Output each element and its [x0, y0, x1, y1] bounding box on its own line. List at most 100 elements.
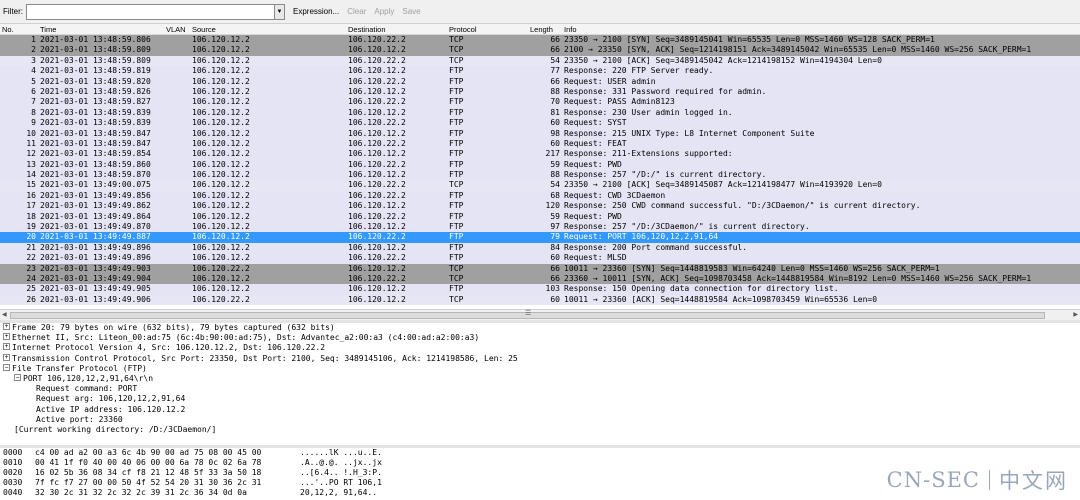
packet-row[interactable]: 25 2021-03-01 13:49:49.905 106.120.12.2 106…: [0, 284, 1080, 295]
packet-time: 2021-03-01 13:49:49.856: [40, 190, 151, 200]
packet-source: 106.120.12.2: [192, 138, 250, 148]
packet-source: 106.120.12.2: [192, 242, 250, 252]
detail-row[interactable]: − File Transfer Protocol (FTP): [0, 363, 1080, 374]
packet-row[interactable]: 24 2021-03-01 13:49:49.904 106.120.12.2 106…: [0, 273, 1080, 285]
detail-text: [Current working directory: /D:/3CDaemon…: [14, 424, 217, 434]
scroll-left-icon[interactable]: ◀: [2, 311, 7, 318]
expression-button[interactable]: Expression...: [293, 7, 339, 16]
packet-rows: 1 2021-03-01 13:48:59.806 106.120.12.2 106.…: [0, 35, 1080, 306]
packet-row[interactable]: 21 2021-03-01 13:49:49.896 106.120.12.2 106…: [0, 242, 1080, 254]
column-header-time[interactable]: Time: [40, 24, 56, 35]
packet-row[interactable]: 16 2021-03-01 13:49:49.856 106.120.12.2 106…: [0, 190, 1080, 202]
packet-row[interactable]: 7 2021-03-01 13:48:59.827 106.120.12.2 106.…: [0, 97, 1080, 108]
scroll-right-icon[interactable]: ▶: [1073, 311, 1078, 318]
filter-input[interactable]: [26, 3, 275, 20]
packet-row[interactable]: 2 2021-03-01 13:48:59.809 106.120.12.2 106.…: [0, 45, 1080, 56]
packet-source: 106.120.12.2: [192, 159, 250, 169]
packet-info: Request: PASS Admin8123: [564, 97, 675, 107]
packet-no: 25: [26, 284, 36, 294]
detail-row[interactable]: [Current working directory: /D:/3CDaemon…: [0, 425, 1080, 435]
packet-row[interactable]: 19 2021-03-01 13:49:49.870 106.120.12.2 106…: [0, 222, 1080, 233]
packet-row[interactable]: 18 2021-03-01 13:49:49.864 106.120.12.2 106…: [0, 211, 1080, 223]
detail-row[interactable]: Active port: 23360: [0, 415, 1080, 425]
packet-time: 2021-03-01 13:49:49.864: [40, 211, 151, 221]
hex-offset: 0020: [3, 468, 23, 477]
packet-row[interactable]: 22 2021-03-01 13:49:49.896 106.120.12.2 106…: [0, 253, 1080, 264]
column-header-no[interactable]: No.: [2, 24, 38, 35]
expand-icon[interactable]: +: [3, 323, 10, 330]
detail-rows: + Frame 20: 79 bytes on wire (632 bits), …: [0, 323, 1080, 435]
packet-row[interactable]: 3 2021-03-01 13:48:59.809 106.120.12.2 106.…: [0, 55, 1080, 67]
packet-row[interactable]: 11 2021-03-01 13:48:59.847 106.120.12.2 106…: [0, 138, 1080, 150]
packet-row[interactable]: 9 2021-03-01 13:48:59.839 106.120.12.2 106.…: [0, 118, 1080, 129]
column-header-vlan[interactable]: VLAN: [166, 24, 186, 35]
packet-protocol: FTP: [449, 107, 464, 117]
packet-length: 97: [550, 222, 560, 232]
packet-time: 2021-03-01 13:49:49.870: [40, 222, 151, 232]
packet-info: Response: 215 UNIX Type: L8 Internet Com…: [564, 128, 815, 138]
packet-row[interactable]: 4 2021-03-01 13:48:59.819 106.120.12.2 106.…: [0, 66, 1080, 77]
packet-info: Request: SYST: [564, 118, 627, 128]
detail-row[interactable]: + Ethernet II, Src: Liteon_00:ad:75 (6c:4…: [0, 333, 1080, 343]
packet-info: 23360 → 10011 [SYN, ACK] Seq=1098703458 …: [564, 273, 1032, 283]
packet-destination: 106.120.12.2: [348, 242, 406, 252]
packet-protocol: FTP: [449, 86, 464, 96]
packet-row[interactable]: 26 2021-03-01 13:49:49.906 106.120.22.2 106…: [0, 294, 1080, 306]
packet-no: 22: [26, 253, 36, 263]
column-header-destination[interactable]: Destination: [348, 24, 386, 35]
packet-row[interactable]: 17 2021-03-01 13:49:49.862 106.120.12.2 106…: [0, 201, 1080, 212]
packet-row[interactable]: 1 2021-03-01 13:48:59.806 106.120.12.2 106.…: [0, 35, 1080, 46]
detail-row[interactable]: Active IP address: 106.120.12.2: [0, 405, 1080, 415]
expand-icon[interactable]: +: [3, 343, 10, 351]
packet-destination: 106.120.12.2: [348, 294, 406, 304]
collapse-icon[interactable]: −: [14, 373, 21, 381]
packet-row[interactable]: 14 2021-03-01 13:48:59.870 106.120.12.2 106…: [0, 170, 1080, 181]
filter-dropdown-button[interactable]: ▼: [275, 3, 285, 20]
detail-text: PORT 106,120,12,2,91,64\r\n: [23, 373, 154, 383]
detail-text: Frame 20: 79 bytes on wire (632 bits), 7…: [12, 323, 335, 332]
column-header-source[interactable]: Source: [192, 24, 216, 35]
packet-list-scrollbar[interactable]: ◀ ☰ ▶: [0, 309, 1080, 320]
column-header-length[interactable]: Length: [530, 24, 560, 35]
packet-source: 106.120.12.2: [192, 253, 250, 263]
packet-row[interactable]: 20 2021-03-01 13:49:49.887 106.120.12.2 106…: [0, 232, 1080, 243]
packet-protocol: FTP: [449, 128, 464, 138]
column-header-info[interactable]: Info: [564, 24, 577, 35]
packet-length: 54: [550, 180, 560, 190]
detail-row[interactable]: + Transmission Control Protocol, Src Port…: [0, 353, 1080, 364]
hex-row[interactable]: 0000 c4 00 ad a2 00 a3 6c 4b 90 00 ad 75 …: [0, 448, 1080, 458]
packet-row[interactable]: 5 2021-03-01 13:48:59.820 106.120.12.2 106.…: [0, 76, 1080, 87]
packet-time: 2021-03-01 13:48:59.809: [40, 45, 151, 55]
packet-time: 2021-03-01 13:49:49.906: [40, 294, 151, 304]
packet-row[interactable]: 13 2021-03-01 13:48:59.860 106.120.12.2 106…: [0, 159, 1080, 171]
packet-row[interactable]: 6 2021-03-01 13:48:59.826 106.120.12.2 106.…: [0, 86, 1080, 98]
packet-protocol: FTP: [449, 138, 464, 148]
packet-length: 81: [550, 107, 560, 117]
hex-ascii: .A..@.@. ..jx..jx: [300, 458, 382, 467]
packet-length: 66: [550, 45, 560, 55]
detail-row[interactable]: − PORT 106,120,12,2,91,64\r\n: [0, 373, 1080, 384]
packet-row[interactable]: 8 2021-03-01 13:48:59.839 106.120.12.2 106.…: [0, 107, 1080, 119]
column-header-protocol[interactable]: Protocol: [449, 24, 477, 35]
expand-icon[interactable]: +: [3, 353, 10, 361]
detail-row[interactable]: + Internet Protocol Version 4, Src: 106.1…: [0, 343, 1080, 353]
packet-row[interactable]: 12 2021-03-01 13:48:59.854 106.120.12.2 106…: [0, 149, 1080, 160]
packet-no: 26: [26, 294, 36, 304]
detail-row[interactable]: Request command: PORT: [0, 384, 1080, 394]
packet-row[interactable]: 10 2021-03-01 13:48:59.847 106.120.12.2 106…: [0, 128, 1080, 139]
packet-source: 106.120.12.2: [192, 149, 250, 159]
detail-row[interactable]: + Frame 20: 79 bytes on wire (632 bits), …: [0, 323, 1080, 333]
packet-time: 2021-03-01 13:48:59.826: [40, 86, 151, 96]
packet-row[interactable]: 15 2021-03-01 13:49:00.075 106.120.12.2 106…: [0, 180, 1080, 191]
packet-length: 59: [550, 159, 560, 169]
detail-row[interactable]: Request arg: 106,120,12,2,91,64: [0, 394, 1080, 404]
packet-destination: 106.120.12.2: [348, 107, 406, 117]
collapse-icon[interactable]: −: [3, 363, 10, 371]
expand-icon[interactable]: +: [3, 333, 10, 341]
packet-no: 1: [31, 35, 36, 44]
clear-button[interactable]: Clear: [347, 7, 366, 16]
apply-button[interactable]: Apply: [374, 7, 394, 16]
watermark-right: 中文网: [999, 469, 1068, 493]
save-button[interactable]: Save: [402, 7, 420, 16]
packet-row[interactable]: 23 2021-03-01 13:49:49.903 106.120.22.2 106…: [0, 263, 1080, 274]
